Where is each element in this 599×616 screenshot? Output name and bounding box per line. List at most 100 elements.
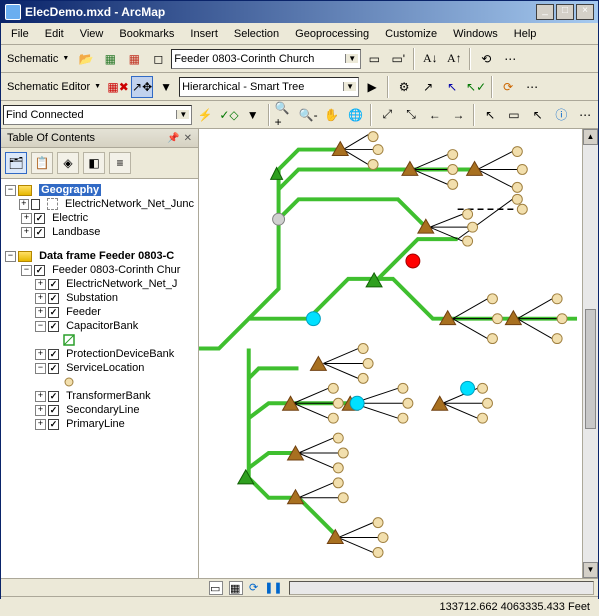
more-nav-icon[interactable]: ⋯ — [574, 104, 596, 126]
menu-selection[interactable]: Selection — [228, 26, 285, 42]
horizontal-scrollbar[interactable] — [289, 581, 594, 595]
checkbox[interactable]: ✓ — [48, 363, 59, 374]
checkbox[interactable]: ✓ — [48, 391, 59, 402]
layer-substation[interactable]: Substation — [66, 292, 118, 304]
expander[interactable]: + — [35, 293, 46, 304]
select-elements-icon[interactable]: ↖ — [527, 104, 549, 126]
checkbox[interactable] — [31, 199, 41, 210]
pan-icon[interactable]: ✋ — [321, 104, 343, 126]
menu-bookmarks[interactable]: Bookmarks — [113, 26, 180, 42]
stop-edit-icon[interactable]: ▦✖ — [107, 76, 129, 98]
layer-capacitor[interactable]: CapacitorBank — [66, 320, 138, 332]
zoom-out-icon[interactable]: 🔍- — [297, 104, 319, 126]
list-by-selection-icon[interactable]: ◧ — [83, 152, 105, 174]
checkbox[interactable]: ✓ — [48, 405, 59, 416]
schematic-editor-menu[interactable]: Schematic Editor▼ — [3, 81, 105, 93]
maximize-button[interactable]: □ — [556, 4, 574, 20]
expander[interactable]: − — [35, 363, 46, 374]
more-tools-icon[interactable]: ⋯ — [499, 48, 521, 70]
na-dropdown[interactable]: ▼ — [242, 104, 264, 126]
expander[interactable]: − — [5, 185, 16, 196]
select-features-icon[interactable]: ↖ — [479, 104, 501, 126]
expander[interactable]: + — [19, 199, 29, 210]
feeder-data-frame[interactable]: Data frame Feeder 0803-C — [39, 250, 174, 262]
expander[interactable]: + — [21, 213, 32, 224]
menu-file[interactable]: File — [5, 26, 35, 42]
layer-feeder[interactable]: Feeder — [66, 306, 101, 318]
layer-service[interactable]: ServiceLocation — [66, 362, 144, 374]
align-icon[interactable]: ↗ — [417, 76, 439, 98]
checkbox[interactable]: ✓ — [48, 321, 59, 332]
rotate-icon[interactable]: ⟳ — [497, 76, 519, 98]
toc-pin-icon[interactable]: 📌 — [167, 133, 179, 144]
toc-tree[interactable]: − Geography + ElectricNetwork_Net_Junc +… — [1, 179, 198, 578]
expander[interactable]: + — [35, 279, 46, 290]
toc-close-icon[interactable]: ✕ — [184, 133, 192, 144]
checkbox[interactable]: ✓ — [48, 419, 59, 430]
list-by-source-icon[interactable]: 📋 — [31, 152, 53, 174]
menu-view[interactable]: View — [74, 26, 110, 42]
full-extent-icon[interactable]: 🌐 — [345, 104, 367, 126]
expander[interactable]: + — [35, 419, 46, 430]
list-by-drawing-icon[interactable]: 🗂 — [5, 152, 27, 174]
menu-edit[interactable]: Edit — [39, 26, 70, 42]
menu-insert[interactable]: Insert — [184, 26, 224, 42]
checkbox[interactable]: ✓ — [48, 349, 59, 360]
checkbox[interactable]: ✓ — [34, 227, 45, 238]
layout-combo-arrow[interactable]: ▼ — [343, 82, 356, 91]
identify-icon[interactable]: ⓘ — [550, 104, 572, 126]
scroll-thumb[interactable] — [585, 309, 596, 429]
layout-props-icon[interactable]: ⚙ — [393, 76, 415, 98]
pause-draw-icon[interactable]: ❚❚ — [264, 581, 282, 594]
solve-icon[interactable]: ⚡ — [194, 104, 216, 126]
feeder-combo[interactable]: ▼ — [171, 49, 361, 69]
find-connected-arrow[interactable]: ▼ — [176, 110, 189, 119]
menu-windows[interactable]: Windows — [447, 26, 504, 42]
checkbox[interactable]: ✓ — [34, 213, 45, 224]
restore-symbol-icon[interactable]: ⟲ — [475, 48, 497, 70]
expander[interactable]: + — [35, 391, 46, 402]
checkbox[interactable]: ✓ — [34, 265, 45, 276]
update-diagram-icon[interactable]: ▦ — [123, 48, 145, 70]
decrease-size-icon[interactable]: A↓ — [419, 48, 441, 70]
propagate-map-icon[interactable]: ▭ — [363, 48, 385, 70]
fixed-zoom-in-icon[interactable]: ⤢ — [376, 104, 398, 126]
open-diagram-icon[interactable]: 📂 — [75, 48, 97, 70]
scroll-down-icon[interactable]: ▼ — [583, 562, 598, 578]
more-edit-icon[interactable]: ⋯ — [521, 76, 543, 98]
trace-icon[interactable]: ✓◇ — [218, 104, 240, 126]
options-icon[interactable]: ≡ — [109, 152, 131, 174]
layer-feeder-root[interactable]: Feeder 0803-Corinth Chur — [52, 264, 180, 276]
layer-enj2[interactable]: ElectricNetwork_Net_J — [66, 278, 177, 290]
next-extent-icon[interactable]: → — [448, 104, 470, 126]
close-button[interactable]: × — [576, 4, 594, 20]
diagram-props-icon[interactable]: ◻ — [147, 48, 169, 70]
layer-protection[interactable]: ProtectionDeviceBank — [66, 348, 174, 360]
select-end-icon[interactable]: ↖ — [441, 76, 463, 98]
list-by-visibility-icon[interactable]: ◈ — [57, 152, 79, 174]
propagate-schematic-icon[interactable]: ▭' — [387, 48, 409, 70]
checkbox[interactable]: ✓ — [48, 279, 59, 290]
expander[interactable]: + — [21, 227, 32, 238]
layer-electric[interactable]: Electric — [52, 212, 88, 224]
vertical-scrollbar[interactable]: ▲ ▼ — [582, 129, 598, 578]
increase-size-icon[interactable]: A↑ — [443, 48, 465, 70]
checkbox[interactable]: ✓ — [48, 307, 59, 318]
new-diagram-icon[interactable]: ▦ — [99, 48, 121, 70]
prev-extent-icon[interactable]: ← — [424, 104, 446, 126]
refresh-icon[interactable]: ⟳ — [249, 581, 258, 594]
layout-combo-input[interactable] — [182, 81, 343, 93]
feeder-combo-arrow[interactable]: ▼ — [345, 54, 358, 63]
layout-combo[interactable]: ▼ — [179, 77, 359, 97]
layer-enj[interactable]: ElectricNetwork_Net_Junc — [65, 198, 194, 210]
checkbox[interactable]: ✓ — [48, 293, 59, 304]
select-root-icon[interactable]: ↖✓ — [465, 76, 487, 98]
minimize-button[interactable]: _ — [536, 4, 554, 20]
geography-frame[interactable]: Geography — [39, 184, 101, 196]
fixed-zoom-out-icon[interactable]: ⤡ — [400, 104, 422, 126]
schematic-menu[interactable]: Schematic▼ — [3, 53, 73, 65]
expander[interactable]: + — [35, 307, 46, 318]
layout-view-icon[interactable]: ▦ — [229, 581, 243, 595]
clear-selection-icon[interactable]: ▭ — [503, 104, 525, 126]
menu-customize[interactable]: Customize — [379, 26, 443, 42]
